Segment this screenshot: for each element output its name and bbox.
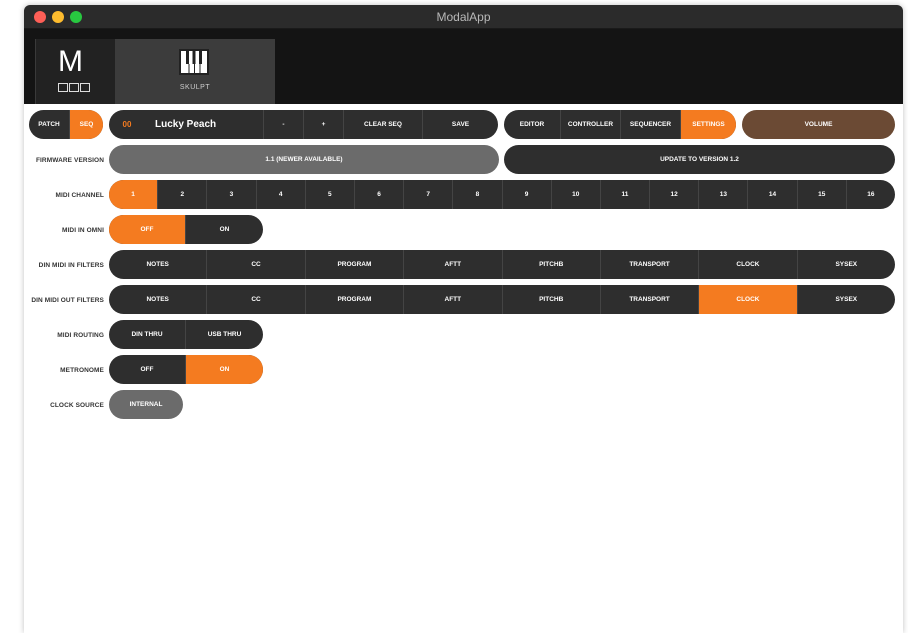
clock-source-button[interactable]: INTERNAL xyxy=(109,390,183,419)
update-firmware-button[interactable]: UPDATE TO VERSION 1.2 xyxy=(504,145,895,174)
din-in-filters: NOTES CC PROGRAM AFTT PITCHB TRANSPORT C… xyxy=(109,250,895,279)
metronome-on[interactable]: ON xyxy=(185,355,263,384)
metronome-toggle: OFF ON xyxy=(109,355,263,384)
patch-seq-toggle: PATCH SEQ xyxy=(29,110,103,139)
settings-panel: PATCH SEQ 00 Lucky Peach - + CLEAR SEQ S… xyxy=(24,104,903,633)
app-header: M SKULPT xyxy=(24,29,903,104)
title-bar: ModalApp xyxy=(24,5,903,29)
midi-channel-option[interactable]: 11 xyxy=(599,180,649,209)
midi-channel-option[interactable]: 8 xyxy=(452,180,501,209)
metronome-off[interactable]: OFF xyxy=(109,355,185,384)
device-tab-skulpt[interactable]: SKULPT xyxy=(115,39,275,104)
metronome-label: METRONOME xyxy=(60,367,104,374)
din-out-filter-pitchb[interactable]: PITCHB xyxy=(501,285,600,314)
patch-bar: 00 Lucky Peach - + CLEAR SEQ SAVE xyxy=(109,110,498,139)
din-in-filter-clock[interactable]: CLOCK xyxy=(698,250,796,279)
patch-number: 00 xyxy=(122,120,132,129)
din-in-filter-sysex[interactable]: SYSEX xyxy=(796,250,895,279)
din-in-filter-program[interactable]: PROGRAM xyxy=(304,250,403,279)
midi-channel-option[interactable]: 1 xyxy=(109,180,158,209)
din-out-filters-label: DIN MIDI OUT FILTERS xyxy=(31,297,104,304)
midi-channel-option[interactable]: 3 xyxy=(206,180,255,209)
midi-omni-off[interactable]: OFF xyxy=(109,215,185,244)
patch-name[interactable]: Lucky Peach xyxy=(145,110,263,139)
patch-prev-button[interactable]: - xyxy=(263,110,303,139)
keyboard-icon xyxy=(179,49,209,75)
din-out-filter-cc[interactable]: CC xyxy=(206,285,304,314)
din-out-filter-clock[interactable]: CLOCK xyxy=(698,285,797,314)
clock-source-label: CLOCK SOURCE xyxy=(50,402,104,409)
din-out-filters: NOTES CC PROGRAM AFTT PITCHB TRANSPORT C… xyxy=(109,285,895,314)
modal-logo-icon: M xyxy=(58,45,83,78)
clear-seq-button[interactable]: CLEAR SEQ xyxy=(343,110,422,139)
midi-channel-label: MIDI CHANNEL xyxy=(55,192,104,199)
midi-omni-toggle: OFF ON xyxy=(109,215,263,244)
tab-settings[interactable]: SETTINGS xyxy=(680,110,736,139)
din-out-filter-notes[interactable]: NOTES xyxy=(109,285,206,314)
save-button[interactable]: SAVE xyxy=(422,110,498,139)
midi-channel-option[interactable]: 7 xyxy=(403,180,452,209)
tab-sequencer[interactable]: SEQUENCER xyxy=(620,110,680,139)
midi-channel-option[interactable]: 9 xyxy=(501,180,551,209)
midi-channel-option[interactable]: 14 xyxy=(747,180,796,209)
midi-channel-option[interactable]: 16 xyxy=(845,180,895,209)
midi-channel-option[interactable]: 6 xyxy=(353,180,403,209)
mode-tabs: EDITOR CONTROLLER SEQUENCER SETTINGS xyxy=(504,110,736,139)
midi-channel-option[interactable]: 2 xyxy=(157,180,206,209)
tab-controller[interactable]: CONTROLLER xyxy=(560,110,620,139)
midi-channel-selector: 1 2 3 4 5 6 7 8 9 10 11 12 13 14 15 16 xyxy=(109,180,895,209)
midi-channel-option[interactable]: 5 xyxy=(304,180,354,209)
din-in-filter-pitchb[interactable]: PITCHB xyxy=(501,250,600,279)
midi-routing-toggle: DIN THRU USB THRU xyxy=(109,320,263,349)
firmware-label: FIRMWARE VERSION xyxy=(35,157,104,164)
din-in-filters-label: DIN MIDI IN FILTERS xyxy=(38,262,104,269)
din-in-filter-notes[interactable]: NOTES xyxy=(109,250,206,279)
patch-button[interactable]: PATCH xyxy=(29,110,69,139)
din-out-filter-transport[interactable]: TRANSPORT xyxy=(599,285,698,314)
midi-channel-option[interactable]: 12 xyxy=(649,180,698,209)
firmware-version-display: 1.1 (NEWER AVAILABLE) xyxy=(109,145,499,174)
tab-editor[interactable]: EDITOR xyxy=(504,110,560,139)
midi-omni-label: MIDI IN OMNI xyxy=(61,227,104,234)
midi-omni-on[interactable]: ON xyxy=(185,215,263,244)
midi-channel-option[interactable]: 13 xyxy=(698,180,747,209)
midi-channel-option[interactable]: 10 xyxy=(550,180,600,209)
window-title: ModalApp xyxy=(436,10,491,24)
midi-channel-option[interactable]: 15 xyxy=(796,180,846,209)
patch-next-button[interactable]: + xyxy=(303,110,343,139)
din-out-filter-aftt[interactable]: AFTT xyxy=(403,285,501,314)
seq-button[interactable]: SEQ xyxy=(69,110,103,139)
din-in-filter-cc[interactable]: CC xyxy=(206,250,304,279)
midi-routing-label: MIDI ROUTING xyxy=(57,332,104,339)
volume-control[interactable]: VOLUME xyxy=(742,110,895,139)
din-in-filter-aftt[interactable]: AFTT xyxy=(403,250,501,279)
din-in-filter-transport[interactable]: TRANSPORT xyxy=(599,250,698,279)
din-out-filter-program[interactable]: PROGRAM xyxy=(304,285,403,314)
midi-channel-option[interactable]: 4 xyxy=(255,180,305,209)
modal-logo-tab[interactable]: M xyxy=(35,39,117,104)
logo-boxes-icon xyxy=(58,79,96,92)
usb-thru-button[interactable]: USB THRU xyxy=(185,320,263,349)
app-window: ModalApp M SKULPT PATCH SEQ 00 Lucky Pea… xyxy=(24,5,903,633)
din-out-filter-sysex[interactable]: SYSEX xyxy=(796,285,895,314)
din-thru-button[interactable]: DIN THRU xyxy=(109,320,185,349)
device-label: SKULPT xyxy=(179,84,211,91)
